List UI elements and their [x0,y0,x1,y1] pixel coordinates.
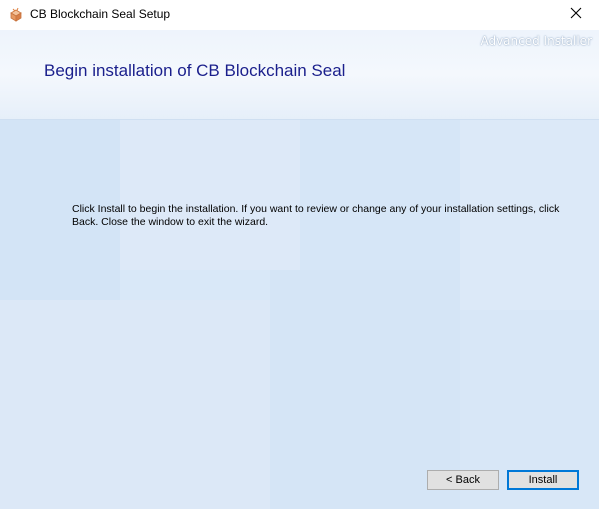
window-title: CB Blockchain Seal Setup [30,7,171,21]
background-panel [300,120,460,270]
page-title: Begin installation of CB Blockchain Seal [44,61,346,80]
wizard-content: Advanced Installer Begin installation of… [0,30,599,509]
background-panel [120,120,300,270]
title-bar: CB Blockchain Seal Setup [0,0,599,30]
installer-window: CB Blockchain Seal Setup Advanced Instal… [0,0,599,509]
instructions-text: Click Install to begin the installation.… [72,203,560,228]
brand-watermark: Advanced Installer [480,34,592,48]
header-band: Advanced Installer Begin installation of… [0,30,599,120]
setup-box-icon [8,7,24,23]
close-button[interactable] [553,0,599,30]
back-button[interactable]: < Back [427,470,499,490]
install-button[interactable]: Install [507,470,579,490]
background-panel [0,300,270,509]
close-icon [570,6,582,24]
